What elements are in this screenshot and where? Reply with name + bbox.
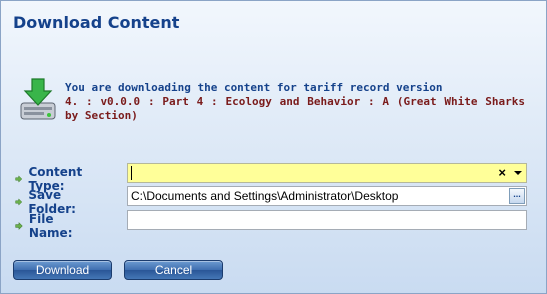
arrow-right-icon — [15, 175, 23, 183]
cancel-button[interactable]: Cancel — [124, 260, 223, 280]
file-name-label: File Name: — [28, 212, 73, 240]
dialog-title: Download Content — [13, 13, 180, 32]
chevron-down-icon[interactable] — [514, 171, 522, 175]
clear-icon[interactable]: × — [498, 165, 506, 180]
download-button[interactable]: Download — [13, 260, 112, 280]
browse-button[interactable]: ... — [509, 188, 525, 204]
download-message: You are downloading the content for tari… — [65, 81, 525, 123]
content-type-combobox[interactable]: × — [127, 163, 527, 183]
download-drive-icon — [20, 78, 56, 120]
save-folder-field[interactable]: C:\Documents and Settings\Administrator\… — [127, 186, 527, 206]
text-caret — [131, 166, 132, 180]
file-name-input[interactable] — [127, 210, 527, 230]
save-folder-value: C:\Documents and Settings\Administrator\… — [131, 189, 399, 203]
arrow-right-icon — [15, 222, 23, 230]
record-description: 4. : v0.0.0 : Part 4 : Ecology and Behav… — [65, 95, 525, 122]
arrow-right-icon — [15, 198, 23, 206]
file-name-label-wrap: File Name: — [15, 212, 77, 240]
message-lead: You are downloading the content for tari… — [65, 81, 443, 94]
